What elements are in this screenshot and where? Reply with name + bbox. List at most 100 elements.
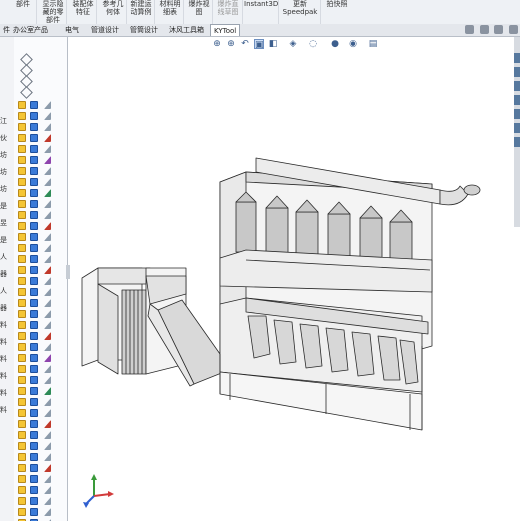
ribbon-item-explode-line-sketch[interactable]: 爆炸直 线草图 [214, 0, 243, 24]
file-explorer-icon[interactable] [514, 81, 520, 91]
tree-component-row[interactable] [18, 321, 66, 330]
tree-component-row[interactable] [18, 244, 66, 253]
ribbon-item-instant3d[interactable]: Instant3D [244, 0, 279, 24]
tree-component-row[interactable] [18, 486, 66, 495]
tile-icon[interactable] [479, 25, 489, 34]
tree-component-row[interactable] [18, 376, 66, 385]
edit-appearance-icon[interactable]: ● [330, 39, 340, 49]
tree-component-row[interactable] [18, 354, 66, 363]
ribbon-label: 细表 [163, 8, 177, 16]
tree-component-row[interactable] [18, 508, 66, 517]
tree-component-row[interactable] [18, 123, 66, 132]
tree-component-row[interactable] [18, 343, 66, 352]
ribbon-label: 参考几 [102, 0, 124, 8]
tree-component-row[interactable] [18, 475, 66, 484]
mate-folder-icon [18, 310, 26, 318]
tree-component-row[interactable] [18, 277, 66, 286]
section-view-icon[interactable]: ▣ [254, 39, 264, 50]
tree-component-row[interactable] [18, 101, 66, 110]
close-pane-icon[interactable] [509, 25, 518, 34]
tree-component-row[interactable] [18, 453, 66, 462]
mate-folder-icon [18, 420, 26, 428]
view-orientation-icon[interactable]: ◧ [268, 39, 278, 49]
tree-component-row[interactable] [18, 299, 66, 308]
appearance-icon [44, 222, 51, 230]
custom-properties-icon[interactable] [514, 123, 520, 133]
tree-component-row[interactable] [18, 156, 66, 165]
tree-component-row[interactable] [18, 189, 66, 198]
part-icon [30, 189, 38, 197]
tree-component-row[interactable] [18, 431, 66, 440]
tree-component-row[interactable] [18, 134, 66, 143]
layout-icon[interactable] [494, 25, 504, 34]
tree-component-row[interactable] [18, 233, 66, 242]
solidworks-resources-icon[interactable] [514, 53, 520, 63]
mate-folder-icon [18, 475, 26, 483]
mate-folder-icon [18, 112, 26, 120]
tree-component-row[interactable] [18, 442, 66, 451]
tree-component-row[interactable] [18, 222, 66, 231]
zoom-area-icon[interactable]: ⊕ [226, 39, 236, 49]
tree-component-row[interactable] [18, 365, 66, 374]
appearances-icon[interactable] [514, 109, 520, 119]
ribbon-item-assembly-features[interactable]: 装配体 特征 [70, 0, 97, 24]
appearance-icon [44, 255, 51, 263]
tree-component-row[interactable] [18, 288, 66, 297]
tab-mufeng-toolbox[interactable]: 沐风工具箱 [166, 24, 207, 36]
display-style-icon[interactable]: ◈ [288, 39, 298, 49]
appearance-icon [44, 321, 51, 329]
view-settings-icon[interactable]: ▤ [368, 39, 378, 49]
part-icon [30, 354, 38, 362]
tree-component-row[interactable] [18, 398, 66, 407]
restore-icon[interactable] [465, 25, 475, 34]
feature-manager-tree[interactable]: 江伙坊坊坊是昱是人器人器料料料料料料 [0, 37, 68, 521]
tab-office-products[interactable]: 办公室产品 [10, 24, 51, 36]
ribbon-item-bom[interactable]: 材料明 细表 [157, 0, 184, 24]
design-library-icon[interactable] [514, 67, 520, 77]
mate-folder-icon [18, 266, 26, 274]
ribbon-label: 部件 [46, 16, 60, 24]
mate-folder-icon [18, 189, 26, 197]
tree-component-row[interactable] [18, 332, 66, 341]
tree-component-row[interactable] [18, 497, 66, 506]
tree-component-row[interactable] [18, 464, 66, 473]
tab-kytool[interactable]: KYTool [210, 24, 241, 36]
tab-piping-design[interactable]: 管道设计 [88, 24, 122, 36]
plane-icon[interactable] [20, 86, 33, 99]
ribbon-item-update-speedpak[interactable]: 更新 Speedpak [280, 0, 321, 24]
tree-component-row[interactable] [18, 200, 66, 209]
tab-electrical[interactable]: 电气 [62, 24, 82, 36]
hide-show-icon[interactable]: ◌ [308, 39, 318, 49]
tree-component-row[interactable] [18, 145, 66, 154]
zoom-fit-icon[interactable]: ⊕ [212, 39, 222, 49]
tree-component-row[interactable] [18, 387, 66, 396]
x-axis-icon [93, 493, 111, 497]
tree-component-row[interactable] [18, 420, 66, 429]
tree-component-row[interactable] [18, 409, 66, 418]
ribbon-item-exploded-view[interactable]: 爆炸视 图 [186, 0, 213, 24]
tree-component-row[interactable] [18, 255, 66, 264]
ribbon-item-show-hidden[interactable]: 显示隐 藏的零 部件 [40, 0, 67, 24]
part-icon [30, 156, 38, 164]
tree-component-row[interactable] [18, 167, 66, 176]
tree-component-row[interactable] [18, 178, 66, 187]
tree-component-row[interactable] [18, 266, 66, 275]
ribbon-item-new-motion-study[interactable]: 新建运 动算例 [128, 0, 155, 24]
forum-icon[interactable] [514, 137, 520, 147]
ribbon-label: 线草图 [217, 8, 239, 16]
view-palette-icon[interactable] [514, 95, 520, 105]
previous-view-icon[interactable]: ↶ [240, 39, 250, 49]
apply-scene-icon[interactable]: ◉ [348, 39, 358, 49]
tree-component-row[interactable] [18, 112, 66, 121]
tree-component-row[interactable] [18, 211, 66, 220]
ribbon-item-take-snapshot[interactable]: 拍快照 [322, 0, 352, 24]
appearance-icon [44, 134, 51, 142]
part-icon [30, 134, 38, 142]
ribbon-item-component[interactable]: 部件 [10, 0, 37, 24]
tab-tubing-design[interactable]: 管筒设计 [127, 24, 161, 36]
ribbon-item-reference-geometry[interactable]: 参考几 何体 [100, 0, 127, 24]
graphics-area[interactable] [70, 54, 514, 521]
tree-item-label: 坊 [0, 168, 7, 176]
appearance-icon [44, 486, 51, 494]
tree-component-row[interactable] [18, 310, 66, 319]
